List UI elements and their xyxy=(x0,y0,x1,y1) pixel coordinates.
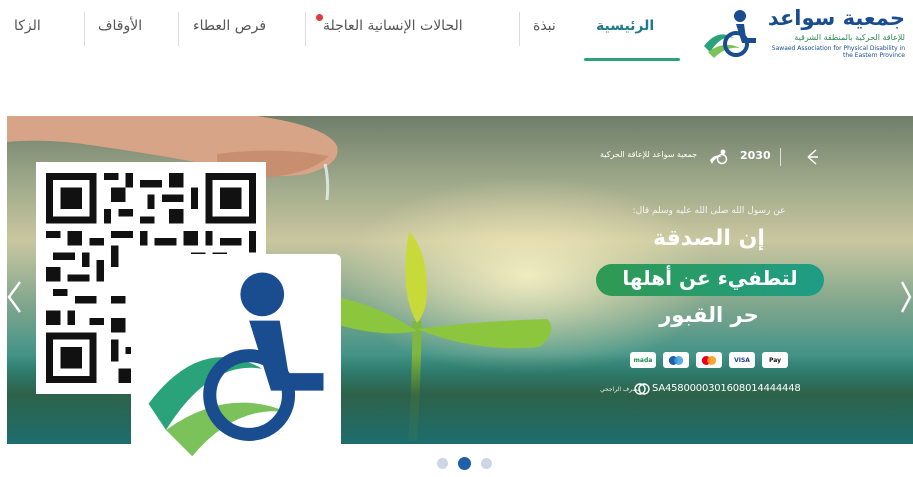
banner-title-line-2: لتطفيء عن أهلها xyxy=(622,266,798,290)
apple-pay-icon: Pay xyxy=(762,352,788,368)
active-nav-indicator xyxy=(584,58,680,61)
bank-logo-icon xyxy=(634,383,650,395)
payment-methods: mada VISA Pay xyxy=(630,352,788,370)
wheelchair-logo-icon xyxy=(704,10,756,58)
slider-dot-1[interactable] xyxy=(437,458,448,469)
nav-item-endowments[interactable]: الأوقاف xyxy=(98,18,142,34)
chevron-left-icon xyxy=(7,281,21,313)
slider-prev-arrow[interactable] xyxy=(6,280,22,320)
site-header: جمعية سواعد للإعاقة الحركية بالمنطقة الش… xyxy=(0,0,913,75)
slider-dot-2[interactable] xyxy=(458,457,471,470)
logo-name: جمعية سواعد xyxy=(767,6,905,30)
visa-payment-icon: VISA xyxy=(729,352,755,368)
chevron-right-icon xyxy=(900,281,912,313)
mastercard-payment-icon xyxy=(696,352,722,368)
nav-item-home[interactable]: الرئيسية xyxy=(596,18,654,34)
mada-payment-icon: mada xyxy=(630,352,656,368)
banner-title-line-3: حر القبور xyxy=(659,303,759,327)
slider-dot-3[interactable] xyxy=(481,458,492,469)
nav-divider xyxy=(178,12,179,46)
nav-item-urgent-cases[interactable]: الحالات الإنسانية العاجلة xyxy=(323,18,463,34)
nav-item-about[interactable]: نبذة xyxy=(533,18,556,34)
vision-2030-logo-icon xyxy=(780,148,818,166)
bank-iban-info: مصرف الراجحي SA4580000301608014444448 xyxy=(600,380,826,398)
vision-2030-text: 2030 xyxy=(740,149,771,162)
nav-item-zakat[interactable]: الزكا xyxy=(14,18,41,34)
logo-subtitle: للإعاقة الحركية بالمنطقة الشرقية xyxy=(794,33,905,42)
slider-next-arrow[interactable] xyxy=(900,280,912,320)
site-logo[interactable]: جمعية سواعد للإعاقة الحركية بالمنطقة الش… xyxy=(700,6,905,62)
iban-number: SA4580000301608014444448 xyxy=(652,383,801,394)
mastercard-dots-payment-icon xyxy=(663,352,689,368)
qr-center-logo-icon xyxy=(131,254,341,466)
banner-title-line-1: إن الصدقة xyxy=(653,226,765,251)
nav-item-giving-opportunities[interactable]: فرص العطاء xyxy=(193,18,266,34)
hadith-intro-text: عن رسول الله صلى الله عليه وسلم قال: xyxy=(632,206,786,216)
nav-divider xyxy=(305,12,306,46)
banner-brand-strip: 2030 جمعية سواعد للإعاقة الحركية xyxy=(600,146,830,168)
nav-divider xyxy=(84,12,85,46)
urgent-badge-dot xyxy=(316,14,323,21)
banner-brand-text: جمعية سواعد للإعاقة الحركية xyxy=(600,150,698,159)
sawaed-logo-small-icon xyxy=(710,149,728,165)
donation-qr-code[interactable] xyxy=(36,162,341,466)
slider-pagination xyxy=(435,456,495,470)
logo-english-name: Sawaed Association for Physical Disabili… xyxy=(771,45,905,59)
nav-divider xyxy=(519,12,520,46)
